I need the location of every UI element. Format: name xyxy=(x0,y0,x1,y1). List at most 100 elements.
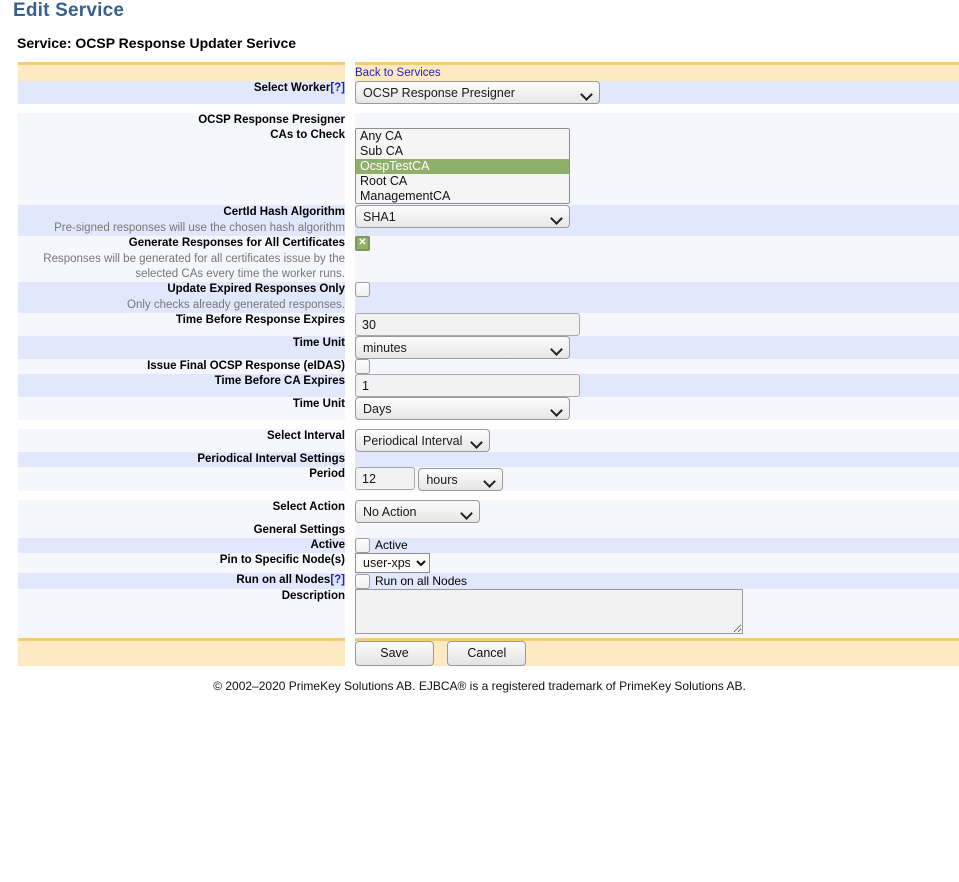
select-interval-wrap: Periodical Interval xyxy=(355,429,490,452)
column-gap xyxy=(345,359,355,374)
back-to-services-row: Back to Services xyxy=(18,62,959,81)
save-button[interactable]: Save xyxy=(355,641,434,666)
run-all-nodes-label: Run on all Nodes[?] xyxy=(18,573,345,588)
select-worker-dropdown[interactable]: OCSP Response Presigner xyxy=(355,81,600,104)
ca-option[interactable]: ManagementCA xyxy=(356,189,569,204)
worker-section-heading-row: OCSP Response Presigner xyxy=(18,113,959,128)
column-gap xyxy=(345,573,355,588)
time-before-ca-value-cell xyxy=(355,374,959,397)
cas-to-check-listbox[interactable]: Any CA Sub CA OcspTestCA Root CA Managem… xyxy=(355,128,570,204)
time-unit-response-value-cell: minutes xyxy=(355,336,959,359)
pin-node-select[interactable]: user-xps xyxy=(355,553,430,573)
active-label: Active xyxy=(18,538,345,553)
time-before-ca-label: Time Before CA Expires xyxy=(18,374,345,397)
time-unit-ca-dropdown[interactable]: Days xyxy=(355,397,570,420)
ca-option-selected[interactable]: OcspTestCA xyxy=(356,159,569,174)
column-gap xyxy=(345,313,355,336)
time-unit-ca-value-cell: Days xyxy=(355,397,959,420)
interval-settings-heading-value xyxy=(355,452,959,467)
column-gap xyxy=(345,467,355,491)
back-row-value-cell: Back to Services xyxy=(355,62,959,81)
certid-hash-dropdown[interactable]: SHA1 xyxy=(355,205,570,228)
pin-node-row: Pin to Specific Node(s) user-xps xyxy=(18,553,959,573)
help-link-icon[interactable]: [?] xyxy=(330,82,345,94)
interval-settings-heading: Periodical Interval Settings xyxy=(18,452,345,467)
active-value-cell: Active xyxy=(355,538,959,553)
time-before-response-value-cell xyxy=(355,313,959,336)
select-interval-row: Select Interval Periodical Interval xyxy=(18,429,959,452)
select-action-dropdown[interactable]: No Action xyxy=(355,500,480,523)
period-unit-dropdown[interactable]: hours xyxy=(418,468,503,491)
select-worker-value-cell: OCSP Response Presigner xyxy=(355,81,959,104)
period-input[interactable] xyxy=(355,467,415,490)
ca-option[interactable]: Any CA xyxy=(356,129,569,144)
column-gap xyxy=(345,128,355,205)
cancel-button[interactable]: Cancel xyxy=(447,641,526,666)
period-value-cell: hours xyxy=(355,467,959,491)
select-interval-dropdown[interactable]: Periodical Interval xyxy=(355,429,490,452)
column-gap xyxy=(345,282,355,313)
worker-section-heading-value xyxy=(355,113,959,128)
back-to-services-link[interactable]: Back to Services xyxy=(355,67,441,79)
select-interval-label: Select Interval xyxy=(18,429,345,452)
ca-option[interactable]: Sub CA xyxy=(356,144,569,159)
final-ocsp-checkbox[interactable] xyxy=(355,359,370,374)
time-before-response-input[interactable] xyxy=(355,313,580,336)
cas-to-check-row: CAs to Check Any CA Sub CA OcspTestCA Ro… xyxy=(18,128,959,205)
run-all-nodes-checkbox[interactable] xyxy=(355,574,370,589)
final-ocsp-value-cell xyxy=(355,359,959,374)
update-expired-label-cell: Update Expired Responses Only Only check… xyxy=(18,282,345,313)
column-gap xyxy=(345,500,355,523)
select-worker-row: Select Worker[?] OCSP Response Presigner xyxy=(18,81,959,104)
form-actions-row: Save Cancel xyxy=(18,638,959,666)
column-gap xyxy=(345,62,355,81)
cas-to-check-label: CAs to Check xyxy=(18,128,345,205)
update-expired-checkbox[interactable] xyxy=(355,282,370,297)
active-checkbox[interactable] xyxy=(355,538,370,553)
certid-hash-wrap: SHA1 xyxy=(355,205,570,228)
worker-section-heading: OCSP Response Presigner xyxy=(18,113,345,128)
column-gap xyxy=(345,538,355,553)
time-unit-response-wrap: minutes xyxy=(355,336,570,359)
generate-all-label-cell: Generate Responses for All Certificates … xyxy=(18,236,345,282)
generate-all-row: Generate Responses for All Certificates … xyxy=(18,236,959,282)
row-spacer xyxy=(18,491,959,500)
certid-hash-value-cell: SHA1 xyxy=(355,205,959,236)
description-label: Description xyxy=(18,589,345,638)
certid-hash-help: Pre-signed responses will use the chosen… xyxy=(18,221,345,236)
description-textarea[interactable] xyxy=(355,589,743,634)
page-title: Edit Service xyxy=(0,0,959,22)
active-checkbox-label: Active xyxy=(375,538,408,552)
run-all-nodes-row: Run on all Nodes[?] Run on all Nodes xyxy=(18,573,959,588)
column-gap xyxy=(345,336,355,359)
column-gap xyxy=(345,589,355,638)
row-spacer xyxy=(18,104,959,113)
edit-service-page: Edit Service Service: OCSP Response Upda… xyxy=(0,0,959,882)
generate-all-checkbox[interactable] xyxy=(355,236,370,251)
time-before-ca-row: Time Before CA Expires xyxy=(18,374,959,397)
time-unit-ca-row: Time Unit Days xyxy=(18,397,959,420)
column-gap xyxy=(345,397,355,420)
general-settings-heading-row: General Settings xyxy=(18,523,959,538)
certid-hash-row: CertId Hash Algorithm Pre-signed respons… xyxy=(18,205,959,236)
time-before-response-label: Time Before Response Expires xyxy=(18,313,345,336)
update-expired-help: Only checks already generated responses. xyxy=(18,298,345,313)
help-link-icon[interactable]: [?] xyxy=(330,574,345,586)
ca-option[interactable]: Root CA xyxy=(356,174,569,189)
time-unit-response-label: Time Unit xyxy=(18,336,345,359)
time-before-response-row: Time Before Response Expires xyxy=(18,313,959,336)
update-expired-label: Update Expired Responses Only xyxy=(167,283,345,295)
select-interval-value-cell: Periodical Interval xyxy=(355,429,959,452)
service-heading: Service: OCSP Response Updater Serivce xyxy=(0,22,959,52)
run-all-nodes-checkbox-label: Run on all Nodes xyxy=(375,574,467,588)
time-unit-ca-wrap: Days xyxy=(355,397,570,420)
footer-copyright: © 2002–2020 PrimeKey Solutions AB. EJBCA… xyxy=(0,666,959,694)
period-unit-wrap: hours xyxy=(418,468,503,491)
time-unit-ca-label: Time Unit xyxy=(18,397,345,420)
select-action-wrap: No Action xyxy=(355,500,480,523)
time-before-ca-input[interactable] xyxy=(355,374,580,397)
time-unit-response-dropdown[interactable]: minutes xyxy=(355,336,570,359)
column-gap xyxy=(345,81,355,104)
update-expired-row: Update Expired Responses Only Only check… xyxy=(18,282,959,313)
description-value-cell xyxy=(355,589,959,638)
